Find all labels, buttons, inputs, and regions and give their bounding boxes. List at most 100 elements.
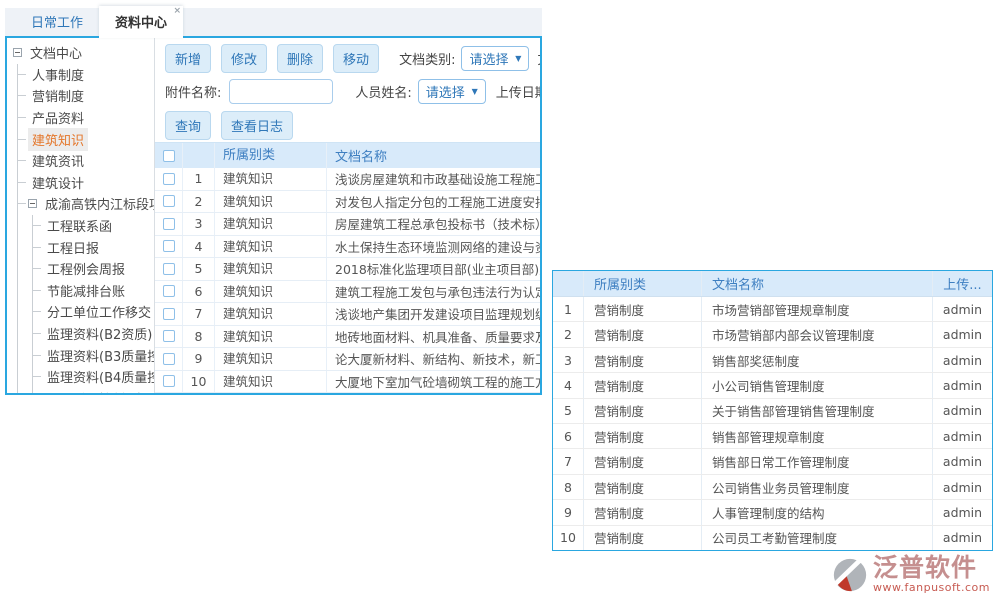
tree-item[interactable]: 人事制度 xyxy=(18,64,154,86)
move-button[interactable]: 移动 xyxy=(333,44,379,73)
table-row[interactable]: 10 建筑知识 大厦地下室加气砼墙砌筑工程的施工方... xyxy=(155,371,540,394)
tree-item[interactable]: 分工单位工作移交 xyxy=(33,301,154,323)
row-checkbox[interactable] xyxy=(163,285,175,297)
collapse-icon[interactable] xyxy=(28,199,37,208)
table-row[interactable]: 7 营销制度 销售部日常工作管理制度 admin xyxy=(553,449,992,474)
row-checkbox[interactable] xyxy=(163,240,175,252)
tree-item[interactable]: 工程质量控制(地下室) xyxy=(33,388,154,394)
document-list-panel: 新增 修改 删除 移动 文档类别: 请选择 ▼ 文档 附件名称: 人员姓名: 请… xyxy=(155,38,540,393)
row-doc-name: 市场营销部内部会议管理制度 xyxy=(701,322,932,346)
tree-item[interactable]: 建筑资讯 xyxy=(18,150,154,172)
tree-item[interactable]: 建筑知识 xyxy=(18,128,154,150)
row-category: 营销制度 xyxy=(583,322,701,346)
tree-root-document-center[interactable]: 文档中心 xyxy=(13,42,154,64)
doc-type-select[interactable]: 请选择 ▼ xyxy=(461,46,529,71)
table-row[interactable]: 6 营销制度 销售部管理规章制度 admin xyxy=(553,424,992,449)
table-row[interactable]: 7 建筑知识 浅谈地产集团开发建设项目监理规划编... xyxy=(155,303,540,326)
tree-item[interactable]: 建筑设计 xyxy=(18,172,154,194)
table-row[interactable]: 5 营销制度 关于销售部管理销售管理制度 admin xyxy=(553,399,992,424)
tree-item[interactable]: 监理资料(B3质量控制) xyxy=(33,344,154,366)
tree-item[interactable]: 监理资料(B4质量控制) xyxy=(33,366,154,388)
tree-item-label: 监理资料(B2资质) xyxy=(43,322,155,345)
row-category: 营销制度 xyxy=(583,373,701,397)
row-checkbox[interactable] xyxy=(163,353,175,365)
row-uploader: admin xyxy=(932,526,992,550)
delete-button[interactable]: 删除 xyxy=(277,44,323,73)
marketing-table-body: 1 营销制度 市场营销部管理规章制度 admin 2 营销制度 市场营销部内部会… xyxy=(553,297,992,550)
tree-item[interactable]: 监理资料(B2资质) xyxy=(33,323,154,345)
row-checkbox[interactable] xyxy=(163,173,175,185)
tab-daily-work[interactable]: 日常工作 xyxy=(15,6,99,36)
row-index: 6 xyxy=(183,281,215,303)
index-column-header xyxy=(183,143,215,168)
row-index: 8 xyxy=(553,480,583,495)
tree-item-label: 分工单位工作移交 xyxy=(43,300,155,323)
tree-node-project[interactable]: 成渝高铁内江标段项目 xyxy=(18,193,154,215)
row-checkbox[interactable] xyxy=(163,308,175,320)
row-checkbox[interactable] xyxy=(163,218,175,230)
row-category: 建筑知识 xyxy=(215,168,327,190)
row-doc-name: 市场营销部管理规章制度 xyxy=(701,297,932,321)
row-doc-name: 论大厦新材料、新结构、新技术，新工... xyxy=(327,349,540,368)
table-row[interactable]: 8 建筑知识 地砖地面材料、机具准备、质量要求及... xyxy=(155,326,540,349)
fanpu-watermark: 泛普软件 www.fanpusoft.com xyxy=(831,555,990,594)
row-uploader: admin xyxy=(932,475,992,499)
row-category: 建筑知识 xyxy=(215,258,327,280)
doc-type-label: 文档类别: xyxy=(399,49,455,68)
row-checkbox[interactable] xyxy=(163,195,175,207)
tab-data-center[interactable]: 资料中心 × xyxy=(99,6,183,38)
tree-item[interactable]: 产品资料 xyxy=(18,107,154,129)
tree-item-label: 营销制度 xyxy=(28,84,88,107)
row-checkbox[interactable] xyxy=(163,330,175,342)
person-name-select[interactable]: 请选择 ▼ xyxy=(418,79,486,104)
tree-item[interactable]: 工程例会周报 xyxy=(33,258,154,280)
table-row[interactable]: 2 建筑知识 对发包人指定分包的工程施工进度安排... xyxy=(155,191,540,214)
row-index: 10 xyxy=(183,371,215,393)
chevron-down-icon: ▼ xyxy=(515,54,521,63)
person-name-select-value: 请选择 xyxy=(426,82,465,101)
tree-item-label: 产品资料 xyxy=(28,106,88,129)
view-log-button[interactable]: 查看日志 xyxy=(221,111,293,140)
row-category: 建筑知识 xyxy=(215,303,327,325)
add-button[interactable]: 新增 xyxy=(165,44,211,73)
table-row[interactable]: 5 建筑知识 2018标准化监理项目部(业主项目部)人员... xyxy=(155,258,540,281)
table-row[interactable]: 3 营销制度 销售部奖惩制度 admin xyxy=(553,348,992,373)
row-index: 3 xyxy=(183,213,215,235)
table-row[interactable]: 8 营销制度 公司销售业务员管理制度 admin xyxy=(553,475,992,500)
table-row[interactable]: 1 营销制度 市场营销部管理规章制度 admin xyxy=(553,297,992,322)
attachment-name-input[interactable] xyxy=(229,79,333,104)
table-row[interactable]: 3 建筑知识 房屋建筑工程总承包投标书（技术标）... xyxy=(155,213,540,236)
tree-item-label: 建筑设计 xyxy=(28,171,88,194)
collapse-icon[interactable] xyxy=(13,48,22,57)
table-row[interactable]: 1 建筑知识 浅谈房屋建筑和市政基础设施工程施工... xyxy=(155,168,540,191)
table-row[interactable]: 10 营销制度 公司员工考勤管理制度 admin xyxy=(553,526,992,550)
tree-item[interactable]: 营销制度 xyxy=(18,85,154,107)
table-row[interactable]: 9 营销制度 人事管理制度的结构 admin xyxy=(553,500,992,525)
table-row[interactable]: 6 建筑知识 建筑工程施工发包与承包违法行为认定... xyxy=(155,281,540,304)
table-row[interactable]: 4 营销制度 小公司销售管理制度 admin xyxy=(553,373,992,398)
close-icon[interactable]: × xyxy=(173,7,181,16)
table-row[interactable]: 4 建筑知识 水土保持生态环境监测网络的建设与资... xyxy=(155,236,540,259)
search-button[interactable]: 查询 xyxy=(165,111,211,140)
tree-item-label: 人事制度 xyxy=(28,63,88,86)
fanpu-logo-icon xyxy=(831,556,869,594)
row-checkbox[interactable] xyxy=(163,375,175,387)
row-category: 营销制度 xyxy=(583,297,701,321)
table-row[interactable]: 2 营销制度 市场营销部内部会议管理制度 admin xyxy=(553,322,992,347)
row-index: 2 xyxy=(183,191,215,213)
row-index: 6 xyxy=(553,429,583,444)
tree-item[interactable]: 工程联系函 xyxy=(33,215,154,237)
tree-item[interactable]: 节能减排台账 xyxy=(33,280,154,302)
select-all-checkbox[interactable] xyxy=(163,150,175,162)
table-row[interactable]: 9 建筑知识 论大厦新材料、新结构、新技术，新工... xyxy=(155,348,540,371)
chevron-down-icon: ▼ xyxy=(472,87,478,96)
tree-item[interactable]: 工程日报 xyxy=(33,236,154,258)
row-index: 10 xyxy=(553,530,583,545)
documents-table-body: 1 建筑知识 浅谈房屋建筑和市政基础设施工程施工... 2 建筑知识 对发包人指… xyxy=(155,168,540,393)
marketing-table-header: 所属别类 文档名称 上传... xyxy=(553,271,992,297)
row-index: 3 xyxy=(553,353,583,368)
doc-type-select-value: 请选择 xyxy=(469,49,508,68)
edit-button[interactable]: 修改 xyxy=(221,44,267,73)
document-center-window: 日常工作 资料中心 × 文档中心 人事制度 营销制度 xyxy=(5,8,542,395)
row-checkbox[interactable] xyxy=(163,263,175,275)
